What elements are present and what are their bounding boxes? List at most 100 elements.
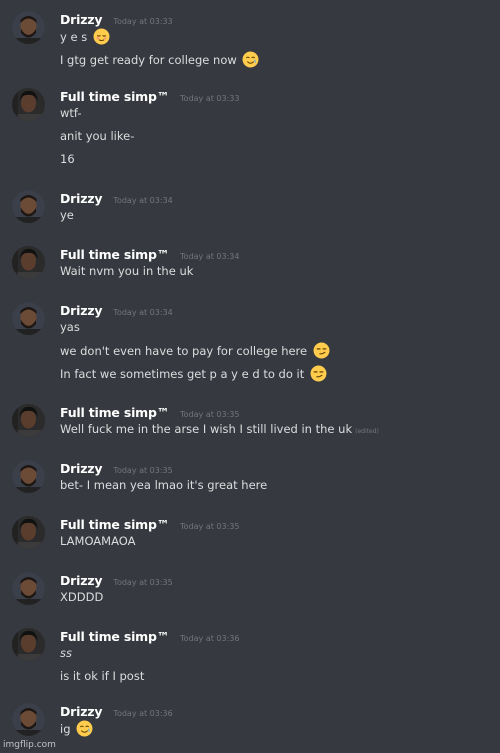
avatar-drizzy[interactable] — [12, 302, 45, 335]
username[interactable]: Drizzy — [60, 12, 103, 27]
username[interactable]: Drizzy — [60, 191, 103, 206]
message-line: Wait nvm you in the uk — [60, 263, 480, 286]
smiling-face-with-tear-icon — [76, 720, 93, 742]
message-header: Drizzy Today at 03:36 — [60, 701, 173, 719]
username[interactable]: Full time simp™ — [60, 405, 169, 420]
message-line: yas — [60, 319, 480, 342]
message-text: is it ok if I post — [60, 669, 145, 683]
message-lines: ss is it ok if I post — [60, 645, 480, 691]
avatar-drizzy-image — [12, 703, 45, 736]
message-lines: LAMOAMAOA — [60, 533, 480, 556]
watermark: imgflip.com — [3, 740, 56, 750]
message-lines: Wait nvm you in the uk — [60, 263, 480, 286]
username[interactable]: Full time simp™ — [60, 89, 169, 104]
timestamp: Today at 03:35 — [113, 578, 173, 587]
relieved-face-icon — [93, 28, 110, 50]
avatar-drizzy-image — [12, 11, 45, 44]
message-header: Drizzy Today at 03:35 — [60, 570, 173, 588]
avatar-drizzy-image — [12, 190, 45, 223]
message-lines: XDDDD — [60, 589, 480, 612]
username[interactable]: Drizzy — [60, 704, 103, 719]
message-header: Drizzy Today at 03:34 — [60, 188, 173, 206]
message-line: I gtg get ready for college now — [60, 51, 480, 74]
username[interactable]: Full time simp™ — [60, 247, 169, 262]
message-lines: y e s I gtg get ready for college now — [60, 28, 480, 74]
avatar-full-time-simp[interactable] — [12, 516, 45, 549]
message-lines: ye — [60, 207, 480, 230]
message-line: ss — [60, 645, 480, 668]
timestamp: Today at 03:35 — [113, 466, 173, 475]
avatar-drizzy-image — [12, 302, 45, 335]
timestamp: Today at 03:35 — [180, 522, 240, 531]
message-header: Full time simp™ Today at 03:35 — [60, 402, 239, 420]
timestamp: Today at 03:34 — [113, 308, 173, 317]
message-text: 16 — [60, 152, 75, 166]
avatar-full-time-simp[interactable] — [12, 246, 45, 279]
message-text: ss — [60, 646, 72, 660]
avatar-full-time-simp[interactable] — [12, 628, 45, 661]
message-text: ye — [60, 208, 74, 222]
avatar-drizzy[interactable] — [12, 11, 45, 44]
message-text: wtf- — [60, 106, 82, 120]
avatar-drizzy-image — [12, 460, 45, 493]
message-line: Well fuck me in the arse I wish I still … — [60, 421, 480, 444]
username[interactable]: Full time simp™ — [60, 629, 169, 644]
message-line: LAMOAMAOA — [60, 533, 480, 556]
avatar-full-time-simp-image — [12, 404, 45, 437]
chat-log: Drizzy Today at 03:33 y e s I gtg get re… — [0, 0, 500, 753]
avatar-full-time-simp[interactable] — [12, 404, 45, 437]
smirking-face-icon — [313, 342, 330, 364]
message-line: XDDDD — [60, 589, 480, 612]
message-line: 16 — [60, 151, 480, 174]
message-text: we don't even have to pay for college he… — [60, 344, 308, 358]
message-text: ig — [60, 722, 71, 736]
message-line: ye — [60, 207, 480, 230]
message-header: Full time simp™ Today at 03:35 — [60, 514, 239, 532]
avatar-drizzy-image — [12, 572, 45, 605]
avatar-full-time-simp-image — [12, 516, 45, 549]
message-line: In fact we sometimes get p a y e d to do… — [60, 365, 480, 388]
timestamp: Today at 03:35 — [180, 410, 240, 419]
username[interactable]: Drizzy — [60, 573, 103, 588]
message-header: Drizzy Today at 03:34 — [60, 300, 173, 318]
avatar-full-time-simp[interactable] — [12, 88, 45, 121]
username[interactable]: Drizzy — [60, 461, 103, 476]
message-text: Wait nvm you in the uk — [60, 264, 194, 278]
message-text: y e s — [60, 30, 88, 44]
timestamp: Today at 03:33 — [180, 94, 240, 103]
message-line: is it ok if I post — [60, 668, 480, 691]
username[interactable]: Full time simp™ — [60, 517, 169, 532]
avatar-full-time-simp-image — [12, 246, 45, 279]
avatar-full-time-simp-image — [12, 88, 45, 121]
avatar-drizzy[interactable] — [12, 572, 45, 605]
timestamp: Today at 03:34 — [180, 252, 240, 261]
avatar-full-time-simp-image — [12, 628, 45, 661]
message-text: yas — [60, 320, 80, 334]
message-lines: Well fuck me in the arse I wish I still … — [60, 421, 480, 444]
smirking-face-icon — [310, 365, 327, 387]
timestamp: Today at 03:34 — [113, 196, 173, 205]
avatar-drizzy[interactable] — [12, 460, 45, 493]
message-header: Drizzy Today at 03:35 — [60, 458, 173, 476]
message-header: Full time simp™ Today at 03:34 — [60, 244, 239, 262]
timestamp: Today at 03:33 — [113, 17, 173, 26]
message-line: wtf- — [60, 105, 480, 128]
message-header: Drizzy Today at 03:33 — [60, 9, 173, 27]
avatar-drizzy[interactable] — [12, 703, 45, 736]
message-text: Well fuck me in the arse I wish I still … — [60, 422, 353, 436]
message-line: bet- I mean yea lmao it's great here — [60, 477, 480, 500]
message-text: LAMOAMAOA — [60, 534, 136, 548]
message-text: In fact we sometimes get p a y e d to do… — [60, 367, 305, 381]
message-text: I gtg get ready for college now — [60, 53, 237, 67]
avatar-drizzy[interactable] — [12, 190, 45, 223]
message-text: XDDDD — [60, 590, 104, 604]
message-line: we don't even have to pay for college he… — [60, 342, 480, 365]
message-lines: wtf- anit you like- 16 — [60, 105, 480, 174]
username[interactable]: Drizzy — [60, 303, 103, 318]
message-line: y e s — [60, 28, 480, 51]
edited-tag: (edited) — [355, 428, 379, 435]
message-lines: yas we don't even have to pay for colleg… — [60, 319, 480, 388]
message-line: ig — [60, 720, 480, 743]
timestamp: Today at 03:36 — [113, 709, 173, 718]
message-lines: ig — [60, 720, 480, 743]
